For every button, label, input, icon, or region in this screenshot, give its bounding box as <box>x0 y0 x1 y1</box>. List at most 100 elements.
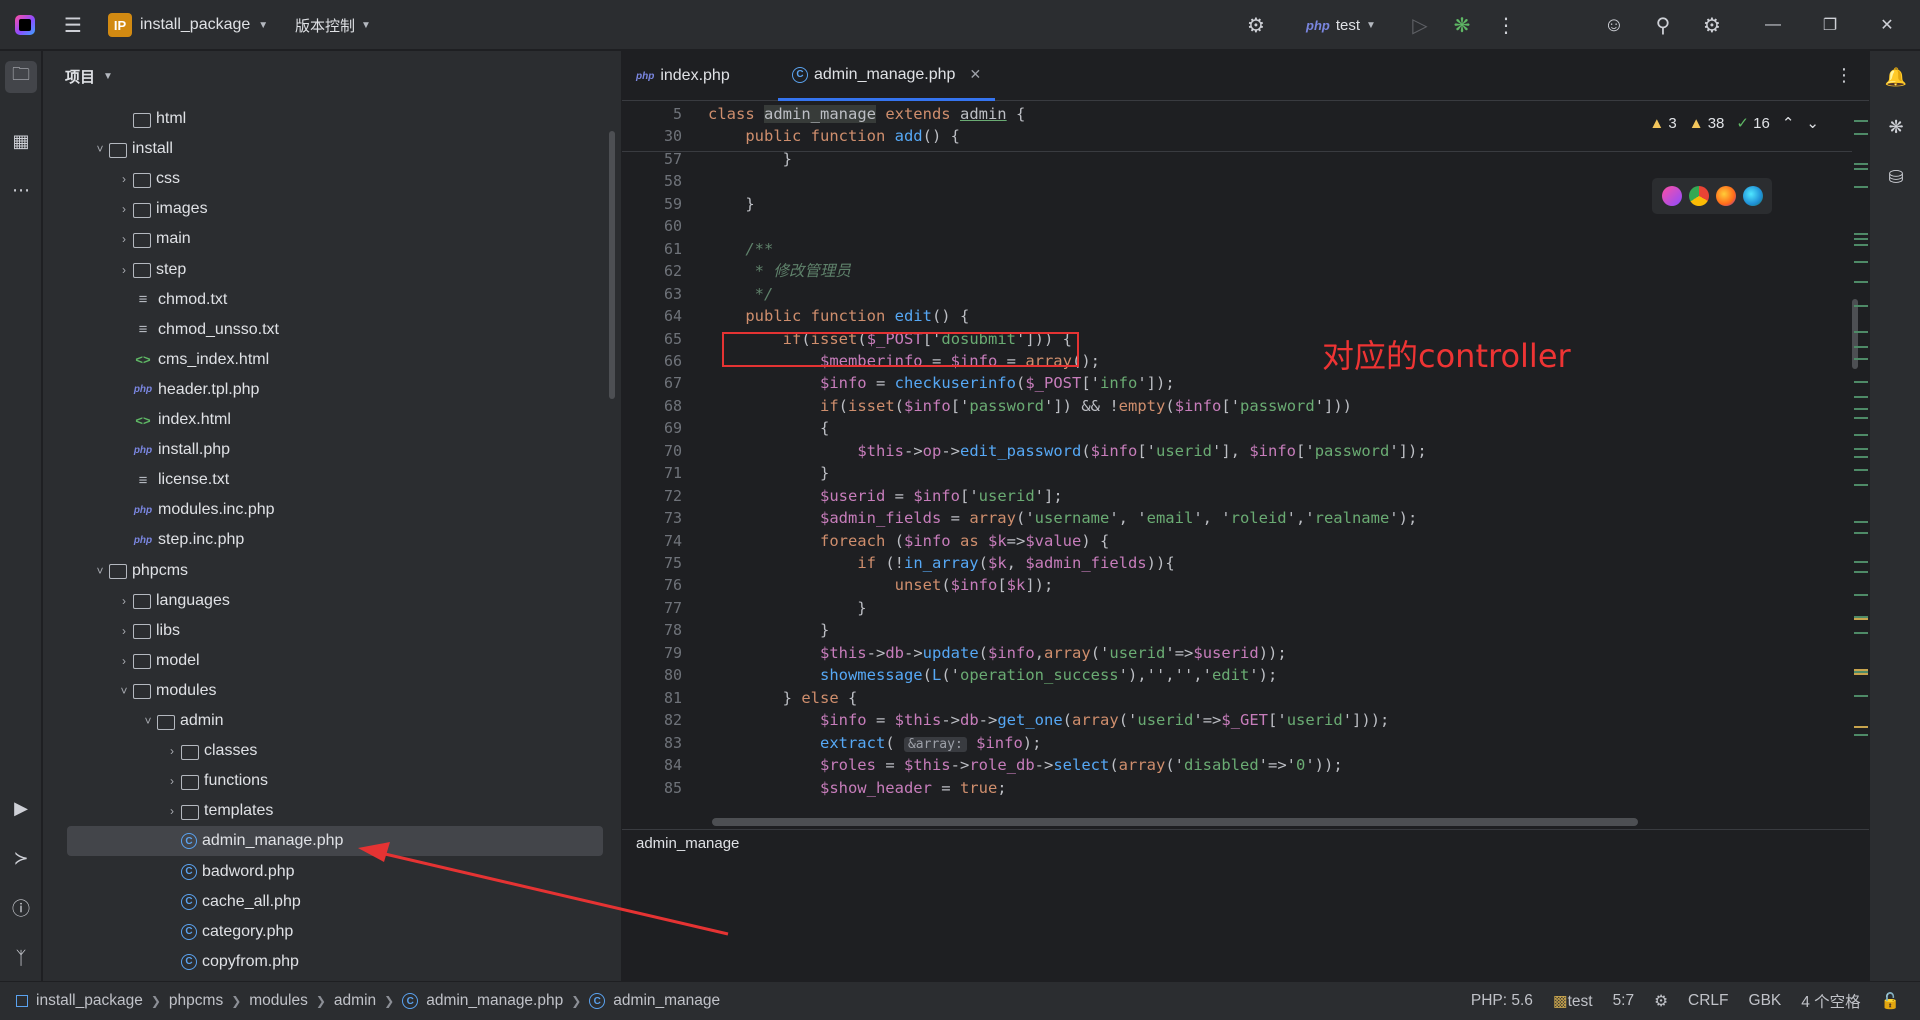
stripe-marker[interactable] <box>1854 532 1868 534</box>
more-tools-icon[interactable]: ⋯ <box>5 174 37 206</box>
tree-item[interactable]: › images <box>67 194 603 224</box>
tree-scrollbar[interactable] <box>609 131 615 399</box>
ai-assistant-icon[interactable]: ❋ <box>1880 111 1912 143</box>
prev-highlight-icon[interactable]: ⌃ <box>1782 114 1795 132</box>
close-tab-icon[interactable]: ✕ <box>969 66 981 83</box>
edge-icon[interactable] <box>1742 186 1763 206</box>
close-window-icon[interactable]: ✕ <box>1864 0 1910 50</box>
tree-item[interactable]: php install.php <box>67 435 603 465</box>
minimize-icon[interactable]: — <box>1750 0 1796 50</box>
stripe-marker-warning[interactable] <box>1854 726 1868 728</box>
code-line[interactable]: $show_header = true; <box>708 775 1007 802</box>
crumb-file[interactable]: admin_manage.php <box>426 992 563 1010</box>
code-line[interactable]: } <box>708 146 792 173</box>
search-icon[interactable]: ⚲ <box>1643 0 1683 50</box>
stripe-marker[interactable] <box>1854 571 1868 573</box>
horizontal-scrollbar[interactable] <box>712 818 1638 826</box>
crumb-install-package[interactable]: install_package <box>36 992 143 1010</box>
project-folder-icon[interactable]: 🗀 <box>5 61 37 93</box>
hamburger-menu-icon[interactable]: ☰ <box>56 0 90 50</box>
git-branch-icon[interactable]: ᛉ <box>5 942 37 974</box>
indent-setting[interactable]: 4 个空格 <box>1801 990 1860 1012</box>
stripe-marker[interactable] <box>1854 408 1868 410</box>
tree-item[interactable]: php step.inc.php <box>67 525 603 555</box>
stripe-marker-warning[interactable] <box>1854 618 1868 620</box>
interpreter-widget[interactable]: ▩test <box>1553 992 1593 1011</box>
terminal-icon[interactable]: ≻ <box>5 842 37 874</box>
stripe-marker-warning[interactable] <box>1854 673 1868 675</box>
chevron-right-icon[interactable]: › <box>115 263 133 277</box>
tree-item[interactable]: › model <box>67 646 603 676</box>
restore-icon[interactable]: ❐ <box>1807 0 1853 50</box>
php-version[interactable]: PHP: 5.6 <box>1471 992 1533 1010</box>
inspection-bug-icon[interactable]: ⚙ <box>1654 992 1668 1011</box>
stripe-marker[interactable] <box>1854 448 1868 450</box>
line-separator[interactable]: CRLF <box>1688 992 1728 1010</box>
tab-admin-manage-php[interactable]: C admin_manage.php ✕ <box>778 51 996 101</box>
tree-item[interactable]: Cbadword.php <box>67 857 603 887</box>
stripe-marker[interactable] <box>1854 734 1868 736</box>
stripe-marker[interactable] <box>1854 281 1868 283</box>
tree-item[interactable]: › main <box>67 224 603 254</box>
run-icon[interactable]: ▷ <box>1400 0 1440 50</box>
tab-index-php[interactable]: php index.php <box>622 51 744 101</box>
chevron-down-icon[interactable]: ˅ <box>139 714 157 728</box>
stripe-marker[interactable] <box>1854 561 1868 563</box>
tree-item[interactable]: ≡ chmod.txt <box>67 285 603 315</box>
vcs-widget[interactable]: 版本控制 ▼ <box>295 0 371 50</box>
caret-position[interactable]: 5:7 <box>1613 992 1635 1010</box>
stripe-marker[interactable] <box>1854 417 1868 419</box>
tree-item[interactable]: <> index.html <box>67 405 603 435</box>
debug-icon[interactable]: ❋ <box>1442 0 1482 50</box>
lock-icon[interactable]: 🔓 <box>1881 992 1900 1011</box>
crumb-phpcms[interactable]: phpcms <box>169 992 223 1010</box>
tree-item[interactable]: Cadmin_manage.php <box>67 826 603 857</box>
chevron-right-icon[interactable]: › <box>115 594 133 608</box>
chevron-down-icon[interactable]: ˅ <box>91 142 109 156</box>
tree-item[interactable]: ≡ chmod_unsso.txt <box>67 315 603 345</box>
file-encoding[interactable]: GBK <box>1749 992 1782 1010</box>
next-highlight-icon[interactable]: ⌄ <box>1806 114 1819 132</box>
chevron-right-icon[interactable]: › <box>163 744 181 758</box>
notifications-bell-icon[interactable]: 🔔 <box>1880 61 1912 93</box>
tree-item[interactable]: › libs <box>67 616 603 646</box>
tree-item[interactable]: Ccopyfrom.php <box>67 947 603 977</box>
crumb-modules[interactable]: modules <box>249 992 308 1010</box>
chevron-right-icon[interactable]: › <box>115 172 133 186</box>
tree-item[interactable]: › languages <box>67 586 603 616</box>
stripe-marker[interactable] <box>1854 261 1868 263</box>
stripe-marker[interactable] <box>1854 186 1868 188</box>
stripe-marker[interactable] <box>1854 133 1868 135</box>
tab-more-icon[interactable]: ⋮ <box>1835 65 1853 86</box>
tree-item[interactable]: ˅ install <box>67 134 603 164</box>
stripe-marker[interactable] <box>1854 331 1868 333</box>
stripe-marker[interactable] <box>1854 456 1868 458</box>
crumb-admin[interactable]: admin <box>334 992 376 1010</box>
tree-item[interactable]: › templates <box>67 796 603 826</box>
tree-item[interactable]: › step <box>67 255 603 285</box>
settings-gear-icon[interactable]: ⚙ <box>1692 0 1732 50</box>
stripe-marker-warning[interactable] <box>1854 669 1868 671</box>
run-config-selector[interactable]: php test ▼ <box>1306 0 1376 50</box>
tree-item[interactable]: › classes <box>67 736 603 766</box>
phpstorm-logo-icon[interactable] <box>8 0 42 50</box>
problems-icon[interactable]: ⓘ <box>5 892 37 924</box>
tree-item[interactable]: › functions <box>67 766 603 796</box>
tree-item[interactable]: ≡ license.txt <box>67 465 603 495</box>
structure-icon[interactable]: ▦ <box>5 125 37 157</box>
code-line[interactable]: } <box>708 191 754 218</box>
tree-item[interactable]: html <box>67 104 603 134</box>
chevron-right-icon[interactable]: › <box>163 774 181 788</box>
project-switcher[interactable]: IP install_package ▼ <box>108 0 268 50</box>
tree-item[interactable]: ˅ phpcms <box>67 556 603 586</box>
stripe-marker[interactable] <box>1854 238 1868 240</box>
stripe-marker[interactable] <box>1854 244 1868 246</box>
stripe-marker[interactable] <box>1854 434 1868 436</box>
stripe-marker[interactable] <box>1854 233 1868 235</box>
tree-item[interactable]: ˅ admin <box>67 706 603 736</box>
stripe-marker[interactable] <box>1854 346 1868 348</box>
chevron-down-icon[interactable]: ˅ <box>91 564 109 578</box>
stripe-marker[interactable] <box>1854 695 1868 697</box>
stripe-marker[interactable] <box>1854 594 1868 596</box>
stripe-marker[interactable] <box>1854 632 1868 634</box>
